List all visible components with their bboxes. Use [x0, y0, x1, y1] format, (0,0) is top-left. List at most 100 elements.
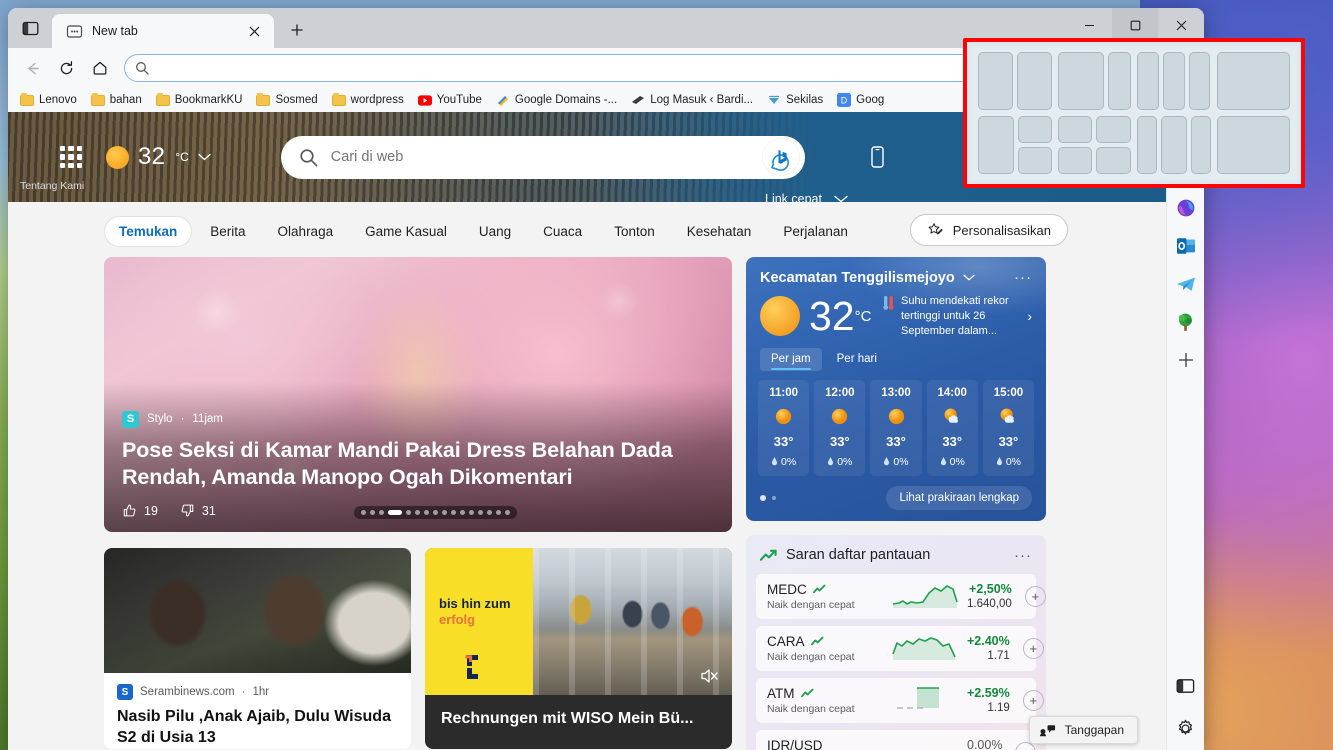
- snap-zone[interactable]: [1216, 116, 1290, 174]
- snap-layout-three-columns-alt[interactable]: [1216, 52, 1290, 110]
- bookmark-item[interactable]: wordpress: [326, 91, 410, 109]
- minimize-button[interactable]: [1066, 8, 1112, 42]
- snap-zone[interactable]: [1188, 52, 1211, 110]
- bookmark-item[interactable]: YouTube: [412, 91, 488, 109]
- feed-tab-perjalanan[interactable]: Perjalanan: [769, 217, 862, 246]
- feed-tab-kesehatan[interactable]: Kesehatan: [673, 217, 766, 246]
- weather-hour-cell[interactable]: 15:00 33° 0%: [982, 379, 1035, 476]
- feed-tab-temukan[interactable]: Temukan: [104, 216, 193, 247]
- weather-hour-cell[interactable]: 11:00 33° 0%: [758, 379, 810, 476]
- snap-zone[interactable]: [1057, 147, 1093, 174]
- snap-zone[interactable]: [1017, 116, 1052, 143]
- weather-widget[interactable]: Kecamatan Tenggilismejoyo ··· 32 °C Suhu…: [746, 257, 1046, 521]
- copilot-icon[interactable]: [1174, 196, 1198, 220]
- bookmark-item[interactable]: Sosmed: [250, 91, 323, 109]
- full-forecast-link[interactable]: Lihat prakiraan lengkap: [886, 485, 1032, 510]
- bookmark-item[interactable]: Lenovo: [14, 91, 83, 109]
- chevron-down-icon[interactable]: [963, 274, 975, 281]
- feed-tab-uang[interactable]: Uang: [465, 217, 525, 246]
- snap-zone[interactable]: [978, 116, 1014, 174]
- snap-layout-three-columns-alt2[interactable]: [1216, 116, 1290, 174]
- phone-link-icon[interactable]: [869, 145, 886, 169]
- feed-tab-tonton[interactable]: Tonton: [600, 217, 669, 246]
- watchlist-row[interactable]: IDR/USD Indonesian Rupiah/US Doll... 0.0…: [756, 729, 1037, 750]
- snap-zone[interactable]: [1057, 52, 1104, 110]
- web-search-input[interactable]: [330, 149, 750, 165]
- close-window-button[interactable]: [1158, 8, 1204, 42]
- snap-zone[interactable]: [1017, 147, 1052, 174]
- snap-zone[interactable]: [1137, 116, 1157, 174]
- app-grid-icon[interactable]: [60, 146, 82, 168]
- snap-zone[interactable]: [1162, 52, 1185, 110]
- weather-alert[interactable]: Suhu mendekati rekor tertinggi untuk 26 …: [882, 294, 1032, 339]
- snap-zone[interactable]: [978, 52, 1013, 110]
- snap-layout-two-equal-columns[interactable]: [978, 52, 1052, 110]
- bookmark-item[interactable]: D Goog: [831, 91, 890, 109]
- weather-hour-cell[interactable]: 12:00 33° 0%: [814, 379, 866, 476]
- feed-tab-olahraga[interactable]: Olahraga: [264, 217, 348, 246]
- bookmark-item[interactable]: Google Domains -...: [490, 91, 623, 109]
- add-to-watchlist-button[interactable]: +: [1024, 585, 1046, 607]
- video-ad-card[interactable]: bis hin zum erfolg Rechnungen mit WISO M…: [425, 548, 732, 749]
- telegram-icon[interactable]: [1174, 272, 1198, 296]
- browser-tab[interactable]: New tab: [52, 14, 274, 48]
- snap-zone[interactable]: [1107, 52, 1131, 110]
- snap-zone[interactable]: [1137, 52, 1159, 110]
- refresh-icon[interactable]: [50, 52, 82, 84]
- weather-more-button[interactable]: ···: [1014, 269, 1032, 286]
- snap-layout-three-columns-wide-center[interactable]: [1137, 116, 1211, 174]
- watchlist-row[interactable]: CARA Naik dengan cepat +2.40% 1.71 +: [756, 625, 1044, 671]
- hero-weather-chip[interactable]: 32 °C: [106, 143, 211, 171]
- close-tab-icon[interactable]: [244, 21, 264, 41]
- add-to-watchlist-button[interactable]: +: [1022, 689, 1044, 711]
- feed-tab-cuaca[interactable]: Cuaca: [529, 217, 596, 246]
- snap-zone[interactable]: [1096, 116, 1131, 143]
- feedback-button[interactable]: Tanggapan: [1028, 716, 1138, 744]
- about-us-link[interactable]: Tentang Kami: [20, 180, 84, 192]
- tab-actions-icon[interactable]: [8, 8, 52, 48]
- chevron-down-icon[interactable]: [198, 153, 211, 161]
- bookmark-item[interactable]: BookmarkKU: [150, 91, 249, 109]
- home-icon[interactable]: [84, 52, 116, 84]
- bookmark-item[interactable]: Sekilas: [761, 91, 829, 109]
- feed-tab-berita[interactable]: Berita: [196, 217, 259, 246]
- maximize-button[interactable]: [1112, 8, 1158, 42]
- snap-layout-large-left-small-right[interactable]: [1057, 52, 1131, 110]
- bing-chat-icon[interactable]: [762, 139, 799, 175]
- watchlist-more-button[interactable]: ···: [1014, 547, 1032, 564]
- weather-hour-cell[interactable]: 13:00 33° 0%: [870, 379, 922, 476]
- quick-links-toggle[interactable]: Link cepat: [765, 192, 848, 202]
- snap-zone[interactable]: [1160, 116, 1187, 174]
- weather-tab-daily[interactable]: Per hari: [826, 348, 888, 371]
- add-to-watchlist-button[interactable]: +: [1022, 637, 1044, 659]
- snap-layout-left-plus-two-stacked[interactable]: [978, 116, 1052, 174]
- like-button[interactable]: 19: [122, 503, 158, 518]
- web-search-box[interactable]: [280, 135, 805, 179]
- article-card[interactable]: S Serambinews.com · 1hr Nasib Pilu ,Anak…: [104, 548, 411, 749]
- snap-zone[interactable]: [1057, 116, 1093, 143]
- snap-zone[interactable]: [1016, 52, 1052, 110]
- snap-zone[interactable]: [1096, 147, 1131, 174]
- settings-gear-icon[interactable]: [1174, 716, 1198, 740]
- snap-zone[interactable]: [1216, 52, 1290, 110]
- feed-tab-game-kasual[interactable]: Game Kasual: [351, 217, 461, 246]
- personalize-button[interactable]: Personalisasikan: [909, 214, 1068, 246]
- hero-article-card[interactable]: S Stylo · 11jam Pose Seksi di Kamar Mand…: [104, 257, 732, 532]
- bookmark-item[interactable]: bahan: [85, 91, 148, 109]
- new-tab-button[interactable]: [282, 15, 312, 45]
- watchlist-row[interactable]: MEDC Naik dengan cepat +2,50% 1.640,00 +: [756, 573, 1046, 619]
- watchlist-row[interactable]: ATM Naik dengan cepat +2.59% 1.19 +: [756, 677, 1044, 723]
- snap-layout-three-equal-columns[interactable]: [1137, 52, 1211, 110]
- dislike-button[interactable]: 31: [180, 503, 216, 518]
- tree-icon[interactable]: [1174, 310, 1198, 334]
- back-arrow-icon[interactable]: [16, 52, 48, 84]
- split-pane-icon[interactable]: [1174, 674, 1198, 698]
- mute-icon[interactable]: [700, 667, 720, 685]
- bookmark-item[interactable]: Log Masuk ‹ Bardi...: [625, 91, 759, 109]
- weather-pagination[interactable]: [760, 494, 776, 501]
- weather-tab-hourly[interactable]: Per jam: [760, 347, 822, 371]
- snap-zone[interactable]: [1191, 116, 1211, 174]
- address-bar[interactable]: [124, 54, 1088, 82]
- outlook-icon[interactable]: [1174, 234, 1198, 258]
- address-input[interactable]: [158, 61, 1046, 75]
